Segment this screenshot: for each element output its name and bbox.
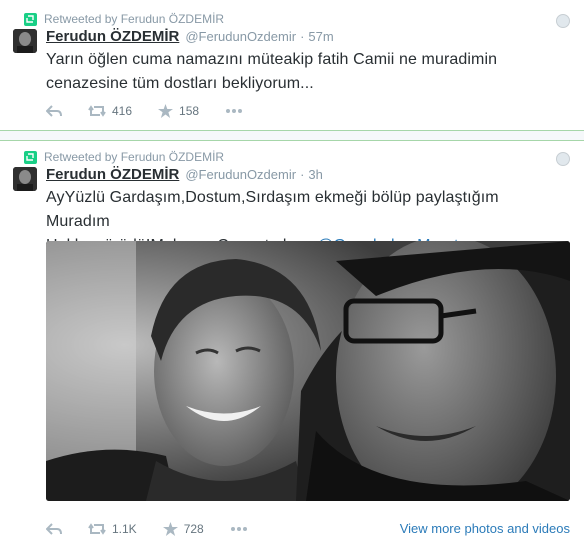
timestamp[interactable]: 57m [308, 29, 333, 44]
globe-icon [556, 152, 570, 166]
retweet-count: 1.1K [112, 522, 137, 536]
reply-button[interactable] [46, 522, 62, 536]
retweeted-by-label: Retweeted by Ferudun ÖZDEMİR [44, 12, 225, 26]
tweet-text: Yarın öğlen cuma namazını müteakip fatih… [46, 51, 498, 92]
retweet-context: Retweeted by Ferudun ÖZDEMİR [24, 11, 224, 27]
retweet-count: 416 [112, 104, 133, 118]
tweet-photo[interactable] [46, 241, 570, 501]
user-fullname[interactable]: Ferudun ÖZDEMİR [46, 28, 179, 45]
reply-icon [46, 523, 62, 535]
star-icon [158, 104, 174, 118]
tweet-text-line-1: AyYüzlü Gardaşım,Dostum,Sırdaşım ekmeği … [46, 189, 499, 230]
user-fullname[interactable]: Ferudun ÖZDEMİR [46, 166, 179, 183]
star-icon [162, 522, 178, 536]
retweet-icon [88, 105, 106, 117]
tweet-2[interactable]: Retweeted by Ferudun ÖZDEMİR Ferudun ÖZD… [0, 140, 584, 555]
tweet-header: Ferudun ÖZDEMİR @FerudunOzdemir · 57m [46, 28, 334, 48]
tweet-separator [0, 131, 584, 140]
globe-icon [556, 14, 570, 28]
view-more-media-link[interactable]: View more photos and videos [400, 521, 570, 536]
more-icon [226, 109, 243, 113]
retweeted-by-label: Retweeted by Ferudun ÖZDEMİR [44, 150, 225, 164]
favorite-count: 728 [183, 522, 204, 536]
user-handle[interactable]: @FerudunOzdemir [185, 29, 296, 44]
favorite-button[interactable]: 728 [162, 522, 204, 536]
more-button[interactable] [225, 108, 243, 114]
tweet-actions: 1.1K 728 [46, 520, 274, 538]
retweet-badge-icon [24, 150, 37, 164]
separator-dot: · [300, 167, 305, 182]
retweet-button[interactable]: 416 [88, 104, 132, 118]
avatar[interactable] [13, 29, 37, 53]
retweet-icon [88, 523, 106, 535]
photo-image [46, 241, 570, 501]
reply-icon [46, 105, 62, 117]
retweet-badge-icon [24, 12, 37, 26]
reply-button[interactable] [46, 104, 62, 118]
tweet-actions: 416 158 [46, 102, 269, 120]
user-handle[interactable]: @FerudunOzdemir [185, 167, 296, 182]
retweet-button[interactable]: 1.1K [88, 522, 137, 536]
retweet-context: Retweeted by Ferudun ÖZDEMİR [24, 149, 224, 165]
more-button[interactable] [230, 526, 248, 532]
more-icon [230, 527, 247, 531]
separator-dot: · [300, 29, 305, 44]
tweet-header: Ferudun ÖZDEMİR @FerudunOzdemir · 3h [46, 166, 323, 186]
favorite-button[interactable]: 158 [158, 104, 199, 118]
tweet-1[interactable]: Retweeted by Ferudun ÖZDEMİR Ferudun ÖZD… [0, 0, 584, 131]
avatar[interactable] [13, 167, 37, 191]
timestamp[interactable]: 3h [308, 167, 322, 182]
favorite-count: 158 [179, 104, 200, 118]
